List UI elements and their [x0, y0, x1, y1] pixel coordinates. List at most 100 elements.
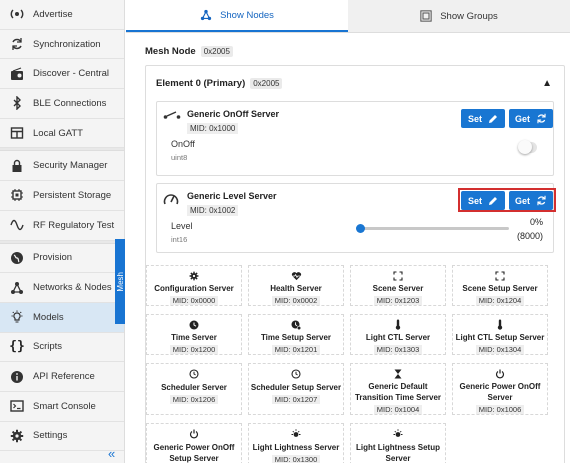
scene-icon: [393, 270, 403, 281]
thermometer-icon: [394, 319, 402, 330]
sidebar-item-label: Provision: [33, 252, 73, 264]
server-tile-light-lightness[interactable]: Light Lightness Server MID: 0x1300: [248, 423, 344, 463]
hourglass-icon: [394, 368, 402, 379]
sidebar-item-settings[interactable]: Settings: [0, 422, 124, 452]
sidebar-item-persistent-storage[interactable]: Persistent Storage: [0, 181, 124, 211]
sidebar-item-networks-nodes[interactable]: Networks & Nodes: [0, 273, 124, 303]
sidebar-item-security-manager[interactable]: Security Manager: [0, 151, 124, 182]
sidebar-item-label: Models: [33, 311, 64, 323]
sidebar-item-api-reference[interactable]: API Reference: [0, 362, 124, 392]
server-tile-power-onoff[interactable]: Generic Power OnOff Server MID: 0x1006: [452, 363, 548, 415]
chip-icon: [8, 186, 26, 204]
sidebar-item-label: Persistent Storage: [33, 189, 112, 201]
gauge-icon: [163, 192, 179, 209]
thermometer-icon: [496, 319, 504, 330]
tab-label: Show Groups: [440, 10, 498, 22]
server-tile-default-transition-time[interactable]: Generic Default Transition Time Server M…: [350, 363, 446, 415]
sidebar-item-label: Synchronization: [33, 38, 101, 50]
model-mid: MID: 0x1000: [187, 123, 239, 134]
set-button[interactable]: Set: [461, 109, 505, 128]
sidebar-item-advertise[interactable]: Advertise: [0, 0, 124, 30]
radio-icon: [8, 65, 26, 83]
sidebar-item-scripts[interactable]: {} Scripts: [0, 333, 124, 363]
bulb-icon: [8, 308, 26, 326]
server-tile-light-ctl[interactable]: Light CTL Server MID: 0x1303: [350, 314, 446, 355]
state-type: uint8: [171, 153, 188, 162]
main-panel: Mesh Node 0x2005 Element 0 (Primary) 0x2…: [126, 34, 570, 463]
info-icon: [8, 368, 26, 386]
sidebar-item-synchronization[interactable]: Synchronization: [0, 30, 124, 60]
sidebar-item-local-gatt[interactable]: Local GATT: [0, 119, 124, 149]
server-tile-time-setup[interactable]: Time Setup Server MID: 0x1201: [248, 314, 344, 355]
state-name: OnOff: [171, 139, 195, 149]
server-tile-light-ctl-setup[interactable]: Light CTL Setup Server MID: 0x1304: [452, 314, 548, 355]
level-value: (8000): [516, 231, 543, 241]
view-tabs: Show Nodes Show Groups: [126, 0, 570, 33]
sidebar-item-label: API Reference: [33, 371, 95, 383]
mesh-group-tab: Mesh: [115, 239, 125, 324]
sidebar-item-rf-regulatory-test[interactable]: RF Regulatory Test: [0, 211, 124, 241]
schedule-icon: [291, 368, 301, 380]
model-title: Generic OnOff Server: [187, 109, 280, 119]
sidebar-item-ble-connections[interactable]: BLE Connections: [0, 89, 124, 119]
group-icon: [420, 10, 432, 22]
clock-icon: [189, 319, 199, 330]
sidebar-item-label: Settings: [33, 430, 68, 442]
braces-icon: {}: [9, 339, 25, 355]
mesh-node-header: Mesh Node 0x2005: [145, 46, 233, 57]
model-mid: MID: 0x1002: [187, 205, 239, 216]
sidebar-item-label: Local GATT: [33, 127, 83, 139]
tab-show-groups[interactable]: Show Groups: [348, 0, 570, 32]
sidebar-item-label: Advertise: [33, 8, 73, 20]
element-address: 0x2005: [250, 78, 283, 89]
sidebar-item-discover-central[interactable]: Discover - Central: [0, 59, 124, 90]
bluetooth-icon: [8, 94, 26, 112]
scene-icon: [495, 270, 505, 281]
sidebar-item-label: Networks & Nodes: [33, 282, 112, 294]
sidebar-item-label: RF Regulatory Test: [33, 219, 115, 231]
sidebar-item-label: Scripts: [33, 341, 63, 353]
server-tile-scene[interactable]: Scene Server MID: 0x1203: [350, 265, 446, 306]
get-button[interactable]: Get: [509, 109, 553, 128]
sidebar-item-provision[interactable]: Provision: [0, 244, 124, 274]
gear-icon: [8, 427, 26, 445]
server-tile-scheduler[interactable]: Scheduler Server MID: 0x1206: [146, 363, 242, 415]
server-tile-power-onoff-setup[interactable]: Generic Power OnOff Setup Server: [146, 423, 242, 463]
chevron-up-icon[interactable]: ▲: [542, 78, 552, 89]
sidebar-item-label: Security Manager: [33, 160, 108, 172]
sidebar-item-smart-console[interactable]: Smart Console: [0, 392, 124, 422]
onoff-toggle[interactable]: [518, 140, 537, 154]
sidebar: Advertise Synchronization Discover - Cen…: [0, 0, 125, 463]
sidebar-item-label: BLE Connections: [33, 97, 107, 109]
level-slider[interactable]: [356, 224, 509, 233]
tab-label: Show Nodes: [220, 9, 274, 21]
tab-show-nodes[interactable]: Show Nodes: [126, 0, 348, 32]
level-percent: 0%: [529, 217, 543, 227]
server-tile-time[interactable]: Time Server MID: 0x1200: [146, 314, 242, 355]
heart-pulse-icon: [291, 270, 302, 281]
lock-icon: [8, 157, 26, 175]
pencil-icon: [488, 114, 498, 124]
refresh-icon: [536, 113, 547, 124]
switch-icon: [163, 110, 181, 123]
table-icon: [8, 124, 26, 142]
gear-icon: [189, 270, 199, 281]
state-type: int16: [171, 235, 188, 244]
broadcast-icon: [8, 5, 26, 23]
clock-gear-icon: [291, 319, 301, 330]
sidebar-item-models[interactable]: Models: [0, 302, 124, 333]
light-icon: [393, 428, 403, 440]
server-tile-configuration[interactable]: Configuration Server MID: 0x0000: [146, 265, 242, 306]
server-tile-scheduler-setup[interactable]: Scheduler Setup Server MID: 0x1207: [248, 363, 344, 415]
sidebar-item-label: Smart Console: [33, 400, 96, 412]
element-card: Element 0 (Primary) 0x2005 ▲ Generic OnO…: [145, 65, 565, 463]
server-tile-scene-setup[interactable]: Scene Setup Server MID: 0x1204: [452, 265, 548, 306]
sidebar-item-label: Discover - Central: [33, 68, 110, 80]
state-name: Level: [171, 221, 193, 231]
slider-thumb[interactable]: [356, 224, 365, 233]
power-icon: [189, 428, 199, 440]
collapse-sidebar-button[interactable]: «: [108, 446, 115, 461]
model-card-level: Generic Level Server MID: 0x1002 Set Get…: [156, 183, 556, 253]
server-tile-light-lightness-setup[interactable]: Light Lightness Setup Server: [350, 423, 446, 463]
server-tile-health[interactable]: Health Server MID: 0x0002: [248, 265, 344, 306]
